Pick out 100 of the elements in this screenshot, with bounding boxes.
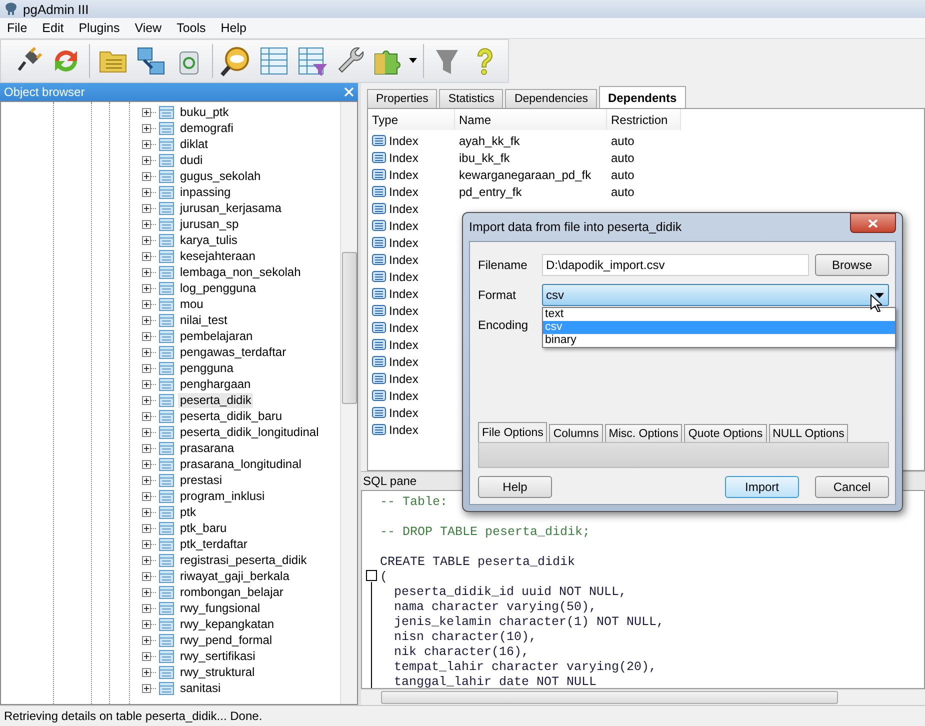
expand-icon[interactable] — [142, 364, 158, 372]
tree-item[interactable]: dudi — [178, 152, 205, 168]
expand-icon[interactable] — [142, 332, 158, 340]
expand-icon[interactable] — [142, 572, 158, 580]
expand-icon[interactable] — [142, 652, 158, 660]
tree-item[interactable]: pembelajaran — [178, 328, 255, 344]
menu-item[interactable]: Edit — [35, 21, 72, 35]
tree-item[interactable]: riwayat_gaji_berkala — [178, 568, 292, 584]
dialog-button[interactable]: Cancel — [815, 476, 889, 498]
tab[interactable]: NULL Options — [768, 424, 848, 442]
tab[interactable]: Quote Options — [684, 424, 767, 442]
expand-icon[interactable] — [142, 204, 158, 212]
tree-item[interactable]: ptk_terdaftar — [178, 536, 250, 552]
tree-item[interactable]: rwy_struktural — [178, 664, 257, 680]
tab[interactable]: File Options — [478, 422, 548, 442]
expand-icon[interactable] — [142, 428, 158, 436]
close-button[interactable] — [850, 213, 896, 233]
tree-item[interactable]: peserta_didik — [178, 392, 254, 408]
tree-item[interactable]: sanitasi — [178, 680, 223, 696]
expand-icon[interactable] — [142, 188, 158, 196]
column-header[interactable]: Type — [368, 109, 455, 130]
expand-icon[interactable] — [142, 124, 158, 132]
tree-item[interactable]: jurusan_kerjasama — [178, 200, 284, 216]
tree-item[interactable]: gugus_sekolah — [178, 168, 263, 184]
expand-icon[interactable] — [142, 476, 158, 484]
expand-icon[interactable] — [142, 300, 158, 308]
expand-icon[interactable] — [142, 252, 158, 260]
format-dropdown[interactable]: csv — [542, 284, 889, 306]
expand-icon[interactable] — [142, 620, 158, 628]
tree-item[interactable]: nilai_test — [178, 312, 230, 328]
tab[interactable]: Misc. Options — [604, 424, 682, 442]
tree-item[interactable]: mou — [178, 296, 206, 312]
menu-item[interactable]: View — [128, 21, 170, 35]
scrollbar[interactable] — [361, 689, 925, 705]
expand-icon[interactable] — [142, 556, 158, 564]
expand-icon[interactable] — [142, 684, 158, 692]
menu-item[interactable]: File — [0, 21, 36, 35]
tree-item[interactable]: kesejahteraan — [178, 248, 258, 264]
expand-icon[interactable] — [142, 380, 158, 388]
expand-icon[interactable] — [142, 636, 158, 644]
expand-icon[interactable] — [142, 140, 158, 148]
tab[interactable]: Dependencies — [505, 89, 597, 108]
expand-icon[interactable] — [142, 540, 158, 548]
expand-icon[interactable] — [142, 588, 158, 596]
column-header[interactable]: Name — [455, 109, 607, 130]
menu-item[interactable]: Tools — [170, 21, 214, 35]
expand-icon[interactable] — [142, 268, 158, 276]
expand-icon[interactable] — [142, 508, 158, 516]
menu-item[interactable]: Plugins — [72, 21, 128, 35]
expand-icon[interactable] — [142, 316, 158, 324]
menu-item[interactable]: Help — [214, 21, 254, 35]
tree-item[interactable]: jurusan_sp — [178, 216, 241, 232]
tab[interactable]: Properties — [367, 89, 438, 108]
expand-icon[interactable] — [142, 236, 158, 244]
tree-item[interactable]: penghargaan — [178, 376, 253, 392]
expand-icon[interactable] — [142, 668, 158, 676]
expand-icon[interactable] — [142, 412, 158, 420]
expand-icon[interactable] — [142, 284, 158, 292]
tree-item[interactable]: rwy_sertifikasi — [178, 648, 258, 664]
tree-item[interactable]: prestasi — [178, 472, 224, 488]
tree-item[interactable]: pengguna — [178, 360, 236, 376]
expand-icon[interactable] — [142, 220, 158, 228]
expand-icon[interactable] — [142, 396, 158, 404]
expand-icon[interactable] — [142, 156, 158, 164]
tree-item[interactable]: demografi — [178, 120, 236, 136]
tree-item[interactable]: rombongan_belajar — [178, 584, 286, 600]
scrollbar[interactable] — [340, 102, 357, 704]
expand-icon[interactable] — [142, 444, 158, 452]
tree-item[interactable]: diklat — [178, 136, 210, 152]
close-icon[interactable] — [344, 87, 354, 97]
expand-icon[interactable] — [142, 348, 158, 356]
expand-icon[interactable] — [142, 172, 158, 180]
dialog-button[interactable]: Help — [478, 476, 552, 498]
tree-item[interactable]: rwy_kepangkatan — [178, 616, 276, 632]
tab[interactable]: Columns — [549, 424, 603, 442]
dialog-button[interactable]: Import — [725, 476, 799, 498]
tree-item[interactable]: log_pengguna — [178, 280, 258, 296]
tab[interactable]: Dependents — [598, 86, 686, 108]
filename-field[interactable]: D:\dapodik_import.csv — [542, 254, 809, 276]
tab[interactable]: Statistics — [439, 89, 504, 108]
tree-item[interactable]: rwy_fungsional — [178, 600, 262, 616]
expand-icon[interactable] — [142, 492, 158, 500]
column-header[interactable]: Restriction — [607, 109, 681, 130]
tree-item[interactable]: ptk_baru — [178, 520, 229, 536]
expand-icon[interactable] — [142, 108, 158, 116]
tree-item[interactable]: inpassing — [178, 184, 233, 200]
tree-item[interactable]: ptk — [178, 504, 198, 520]
expand-icon[interactable] — [142, 524, 158, 532]
tree-item[interactable]: peserta_didik_longitudinal — [178, 424, 321, 440]
expand-icon[interactable] — [142, 460, 158, 468]
tree-item[interactable]: peserta_didik_baru — [178, 408, 284, 424]
tree-item[interactable]: prasarana_longitudinal — [178, 456, 304, 472]
dropdown-option[interactable]: text — [543, 308, 895, 321]
tree-item[interactable]: program_inklusi — [178, 488, 267, 504]
collapse-icon[interactable] — [366, 570, 377, 581]
tree-item[interactable]: registrasi_peserta_didik — [178, 552, 309, 568]
tree-item[interactable]: prasarana — [178, 440, 236, 456]
tree-item[interactable]: pengawas_terdaftar — [178, 344, 288, 360]
tree-item[interactable]: buku_ptk — [178, 104, 231, 120]
tree-item[interactable]: karya_tulis — [178, 232, 240, 248]
